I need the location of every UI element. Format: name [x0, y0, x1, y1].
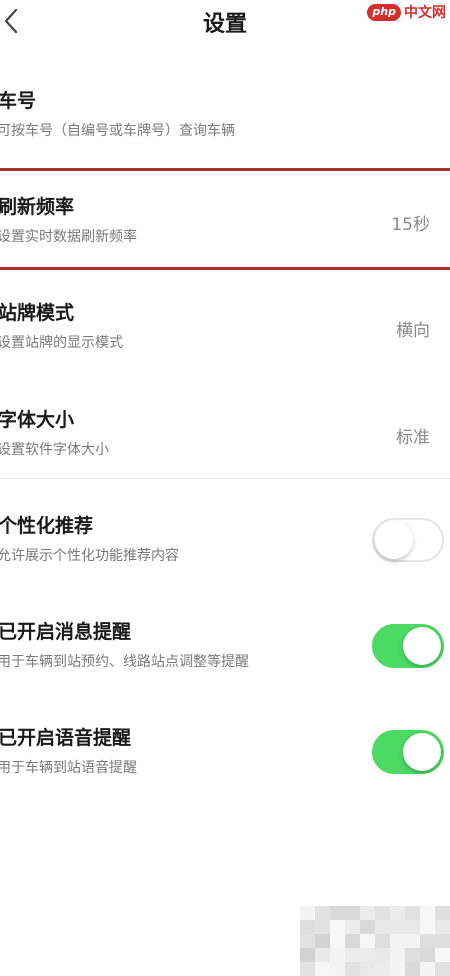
mosaic-cell [435, 962, 450, 976]
mosaic-cell [330, 948, 345, 962]
mosaic-cell [300, 906, 315, 920]
divider [0, 478, 450, 479]
mosaic-cell [435, 948, 450, 962]
mosaic-cell [405, 962, 420, 976]
mosaic-cell [330, 906, 345, 920]
toggle-knob [375, 521, 413, 559]
setting-subtitle: 用于车辆到站语音提醒 [0, 760, 137, 776]
mosaic-cell [405, 906, 420, 920]
mosaic-cell [390, 934, 405, 948]
setting-row-font-size[interactable]: 字体大小 设置软件字体大小 标准 [0, 377, 450, 483]
watermark-badge: php [367, 3, 401, 21]
mosaic-cell [360, 948, 375, 962]
message-reminder-toggle[interactable] [372, 624, 444, 668]
setting-subtitle: 设置站牌的显示模式 [0, 335, 123, 351]
toggle-knob [403, 733, 441, 771]
setting-row-car-number[interactable]: 车号 可按车号（自编号或车牌号）查询车辆 [0, 58, 450, 164]
setting-row-voice-reminder: 已开启语音提醒 用于车辆到站语音提醒 [0, 695, 450, 801]
mosaic-cell [420, 906, 435, 920]
setting-row-stop-sign-mode[interactable]: 站牌模式 设置站牌的显示模式 横向 [0, 270, 450, 376]
header: 设置 php 中文网 [0, 0, 450, 44]
mosaic-cell [345, 962, 360, 976]
mosaic-watermark [300, 906, 450, 976]
mosaic-cell [420, 920, 435, 934]
setting-title: 字体大小 [0, 409, 75, 431]
mosaic-cell [345, 948, 360, 962]
setting-value: 标准 [396, 428, 430, 448]
mosaic-cell [435, 920, 450, 934]
mosaic-cell [375, 920, 390, 934]
setting-value: 15秒 [391, 215, 430, 235]
mosaic-cell [390, 948, 405, 962]
mosaic-cell [345, 906, 360, 920]
mosaic-cell [330, 934, 345, 948]
mosaic-cell [375, 948, 390, 962]
setting-subtitle: 设置实时数据刷新频率 [0, 229, 137, 245]
setting-subtitle: 用于车辆到站预约、线路站点调整等提醒 [0, 654, 249, 670]
mosaic-cell [360, 934, 375, 948]
setting-row-personalized-recommendation: 个性化推荐 允许展示个性化功能推荐内容 [0, 483, 450, 589]
mosaic-cell [315, 934, 330, 948]
toggle-knob [403, 627, 441, 665]
watermark-text: 中文网 [404, 5, 446, 21]
mosaic-cell [360, 906, 375, 920]
mosaic-cell [315, 906, 330, 920]
mosaic-cell [420, 962, 435, 976]
mosaic-cell [435, 906, 450, 920]
setting-title: 车号 [0, 90, 37, 112]
mosaic-cell [360, 962, 375, 976]
mosaic-cell [375, 934, 390, 948]
mosaic-cell [390, 906, 405, 920]
mosaic-cell [315, 920, 330, 934]
setting-row-refresh-rate[interactable]: 刷新频率 设置实时数据刷新频率 15秒 [0, 164, 450, 270]
setting-subtitle: 可按车号（自编号或车牌号）查询车辆 [0, 123, 235, 139]
mosaic-cell [345, 920, 360, 934]
setting-title: 已开启消息提醒 [0, 621, 132, 643]
mosaic-cell [315, 962, 330, 976]
mosaic-cell [300, 920, 315, 934]
mosaic-cell [405, 934, 420, 948]
setting-title: 个性化推荐 [0, 515, 94, 537]
setting-subtitle: 设置软件字体大小 [0, 442, 109, 458]
mosaic-cell [390, 920, 405, 934]
setting-title: 站牌模式 [0, 302, 75, 324]
mosaic-cell [300, 948, 315, 962]
setting-title: 刷新频率 [0, 196, 75, 218]
mosaic-cell [345, 934, 360, 948]
mosaic-cell [360, 920, 375, 934]
mosaic-cell [300, 934, 315, 948]
voice-reminder-toggle[interactable] [372, 730, 444, 774]
mosaic-cell [330, 920, 345, 934]
setting-title: 已开启语音提醒 [0, 727, 132, 749]
mosaic-cell [420, 948, 435, 962]
mosaic-cell [390, 962, 405, 976]
mosaic-cell [375, 962, 390, 976]
mosaic-cell [405, 948, 420, 962]
setting-value: 横向 [396, 321, 430, 341]
mosaic-cell [420, 934, 435, 948]
watermark-logo: php 中文网 [367, 2, 446, 22]
mosaic-cell [375, 906, 390, 920]
setting-row-message-reminder: 已开启消息提醒 用于车辆到站预约、线路站点调整等提醒 [0, 589, 450, 695]
mosaic-cell [315, 948, 330, 962]
setting-subtitle: 允许展示个性化功能推荐内容 [0, 548, 179, 564]
mosaic-cell [330, 962, 345, 976]
mosaic-cell [300, 962, 315, 976]
personalized-recommendation-toggle[interactable] [372, 518, 444, 562]
mosaic-cell [405, 920, 420, 934]
mosaic-cell [435, 934, 450, 948]
